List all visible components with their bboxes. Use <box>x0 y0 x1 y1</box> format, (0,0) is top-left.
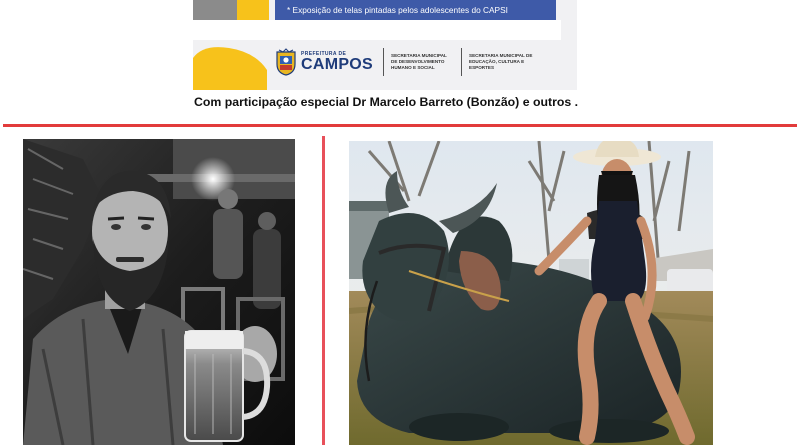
sponsor-logos: PREFEITURA DE CAMPOS SECRETARIA MUNICIPA… <box>275 44 545 80</box>
secretaria-educacao: SECRETARIA MUNICIPAL DE EDUCAÇÃO, CULTUR… <box>469 53 533 70</box>
flyer-caption: Com participação especial Dr Marcelo Bar… <box>194 95 579 109</box>
vertical-divider <box>322 136 325 445</box>
city-crest-icon <box>276 48 296 76</box>
photo-man-with-beer <box>23 139 295 445</box>
city-name: CAMPOS <box>301 55 374 73</box>
campos-logo: PREFEITURA DE CAMPOS <box>301 51 374 73</box>
yellow-wave-shape <box>193 47 267 90</box>
man-photo-image <box>23 139 295 445</box>
exhibition-banner: * Exposição de telas pintadas pelos adol… <box>275 0 556 20</box>
logo-divider <box>461 48 463 76</box>
event-flyer: * Exposição de telas pintadas pelos adol… <box>193 0 577 90</box>
exhibition-banner-text: * Exposição de telas pintadas pelos adol… <box>287 5 508 15</box>
photo-woman-on-bull <box>349 141 713 445</box>
flyer-yellow-block <box>237 0 269 20</box>
logo-divider <box>383 48 385 76</box>
flyer-gray-block <box>193 0 237 20</box>
secretaria-desenvolvimento: SECRETARIA MUNICIPAL DE DESENVOLVIMENTO … <box>391 53 447 70</box>
bull-photo-image <box>349 141 713 445</box>
horizontal-divider <box>3 124 797 127</box>
